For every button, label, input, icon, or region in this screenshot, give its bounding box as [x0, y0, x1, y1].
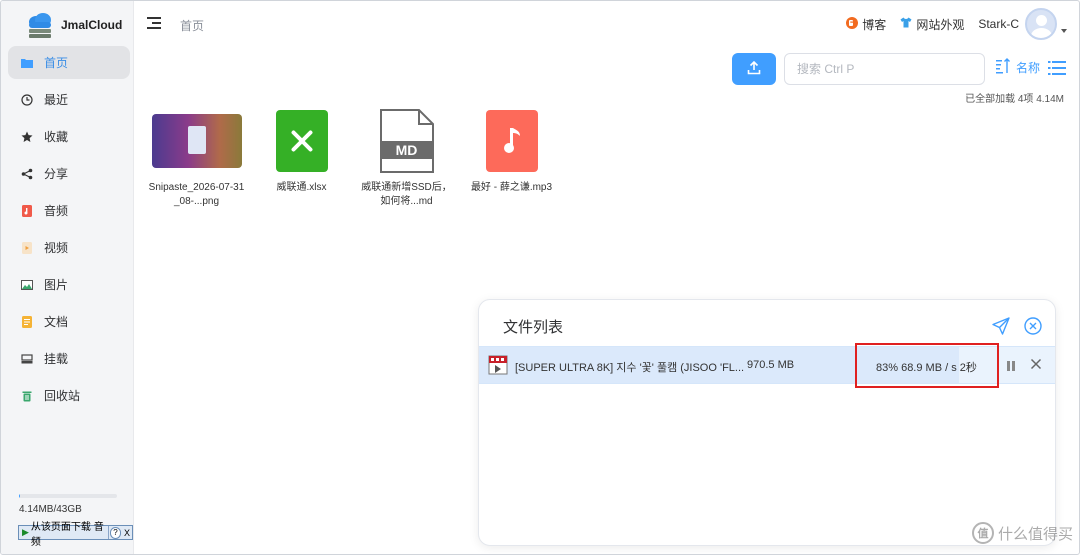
close-toolbar-button[interactable]: X — [122, 528, 132, 538]
mount-icon — [20, 352, 34, 366]
file-item[interactable]: 威联通.xlsx — [249, 105, 354, 209]
file-name: 最好 - 薛之谦.mp3 — [470, 182, 553, 193]
sidebar: JmalCloud 首页 最近 收藏 分享 音频 视频 图片 文档 挂载 回收站… — [1, 1, 134, 554]
sidebar-item-mount[interactable]: 挂载 — [8, 342, 130, 375]
file-item[interactable]: MD 威联通新增SSD后，如何将...md — [354, 105, 459, 209]
document-icon — [20, 315, 34, 329]
search-input[interactable] — [784, 53, 985, 85]
close-panel-icon[interactable] — [1024, 317, 1042, 335]
file-item[interactable]: 最好 - 薛之谦.mp3 — [459, 105, 564, 209]
download-toolbar: ▶ 从该页面下载 音频 ? X — [18, 522, 133, 548]
sort-label: 名称 — [1016, 61, 1041, 75]
brand[interactable]: JmalCloud — [25, 10, 122, 40]
sort-by-name-button[interactable]: 名称 — [995, 57, 1040, 78]
tshirt-icon — [900, 17, 912, 31]
watermark-logo: 值 — [971, 522, 994, 544]
file-item[interactable]: Snipaste_2026-07-31_08-...png — [144, 105, 249, 209]
sidebar-item-audio[interactable]: 音频 — [8, 194, 130, 227]
sidebar-item-label: 收藏 — [44, 130, 69, 144]
image-thumbnail — [151, 105, 243, 177]
star-icon — [20, 130, 34, 144]
storage-usage: 4.14MB/43GB — [19, 494, 117, 515]
toolbar-divider — [108, 526, 109, 539]
audio-icon — [20, 204, 34, 218]
header-right: 博客 网站外观 Stark-C — [846, 7, 1067, 41]
list-view-icon[interactable] — [1048, 60, 1066, 76]
video-icon — [20, 241, 34, 255]
panel-title: 文件列表 — [503, 319, 564, 336]
sidebar-item-documents[interactable]: 文档 — [8, 305, 130, 338]
watermark: 值 什么值得买 — [971, 522, 1073, 544]
folder-icon — [20, 56, 34, 70]
blog-label: 博客 — [862, 17, 887, 32]
sidebar-item-label: 挂载 — [44, 352, 69, 366]
menu-toggle-icon[interactable] — [147, 17, 161, 29]
transfer-panel: 文件列表 [SUPER ULTRA 8K] 지수 '꽃' 풀캠 (JISOO '… — [478, 299, 1056, 546]
brand-name: JmalCloud — [61, 18, 123, 32]
app-window: JmalCloud 首页 最近 收藏 分享 音频 视频 图片 文档 挂载 回收站… — [0, 0, 1080, 555]
clock-icon — [20, 93, 34, 107]
storage-text: 4.14MB/43GB — [19, 504, 82, 515]
sidebar-item-label: 首页 — [44, 56, 69, 70]
storage-bar — [19, 494, 117, 498]
mp3-file-icon — [466, 105, 558, 177]
load-summary: 已全部加载 4项 4.14M — [965, 94, 1064, 105]
sidebar-item-label: 文档 — [44, 315, 69, 329]
sidebar-item-images[interactable]: 图片 — [8, 268, 130, 301]
upload-icon — [747, 60, 761, 78]
file-name: 威联通.xlsx — [276, 182, 327, 193]
file-name: Snipaste_2026-07-31_08-...png — [148, 182, 245, 207]
sidebar-item-share[interactable]: 分享 — [8, 157, 130, 190]
sidebar-item-label: 最近 — [44, 93, 69, 107]
header: 首页 博客 网站外观 Stark-C — [134, 1, 1079, 47]
avatar[interactable] — [1025, 8, 1057, 40]
sidebar-item-label: 音频 — [44, 204, 69, 218]
appearance-link[interactable]: 网站外观 — [900, 16, 964, 33]
sidebar-item-video[interactable]: 视频 — [8, 231, 130, 264]
file-grid: Snipaste_2026-07-31_08-...png 威联通.xlsx M… — [144, 105, 564, 209]
trash-icon — [20, 389, 34, 403]
watermark-text: 什么值得买 — [997, 525, 1073, 543]
chevron-down-icon[interactable] — [1061, 29, 1067, 33]
download-audio-button[interactable]: ▶ 从该页面下载 音频 — [19, 522, 108, 548]
pause-icon[interactable] — [1007, 360, 1017, 371]
speed-highlight-annotation — [855, 343, 999, 388]
task-file-name: [SUPER ULTRA 8K] 지수 '꽃' 풀캠 (JISOO 'FL... — [515, 362, 745, 374]
sidebar-nav: 首页 最近 收藏 分享 音频 视频 图片 文档 挂载 回收站 — [8, 46, 130, 416]
send-icon[interactable] — [992, 317, 1010, 335]
md-badge: MD — [395, 142, 418, 158]
username[interactable]: Stark-C — [978, 17, 1019, 31]
appearance-label: 网站外观 — [916, 17, 965, 32]
xlsx-file-icon — [256, 105, 348, 177]
sidebar-item-label: 回收站 — [44, 389, 81, 403]
sidebar-item-label: 图片 — [44, 278, 69, 292]
markdown-file-icon: MD — [361, 105, 453, 177]
help-button[interactable]: ? — [109, 526, 121, 539]
cancel-task-icon[interactable] — [1030, 358, 1042, 370]
breadcrumb[interactable]: 首页 — [180, 17, 204, 34]
file-name: 威联通新增SSD后，如何将...md — [361, 182, 452, 207]
video-file-icon — [488, 355, 508, 375]
sidebar-item-label: 视频 — [44, 241, 69, 255]
share-icon — [20, 167, 34, 181]
task-file-size: 970.5 MB — [747, 359, 795, 371]
sort-ascending-icon — [995, 57, 1013, 78]
sidebar-item-favorites[interactable]: 收藏 — [8, 120, 130, 153]
upload-button[interactable] — [732, 53, 776, 85]
download-audio-label: 从该页面下载 音频 — [30, 521, 104, 548]
blog-link[interactable]: 博客 — [846, 16, 886, 33]
sidebar-item-home[interactable]: 首页 — [8, 46, 130, 79]
sidebar-item-label: 分享 — [44, 167, 69, 181]
image-icon — [20, 278, 34, 292]
sidebar-item-trash[interactable]: 回收站 — [8, 379, 130, 412]
cloud-logo-icon — [25, 10, 55, 40]
play-icon: ▶ — [22, 527, 29, 537]
blog-icon — [846, 16, 859, 32]
sidebar-item-recent[interactable]: 最近 — [8, 83, 130, 116]
